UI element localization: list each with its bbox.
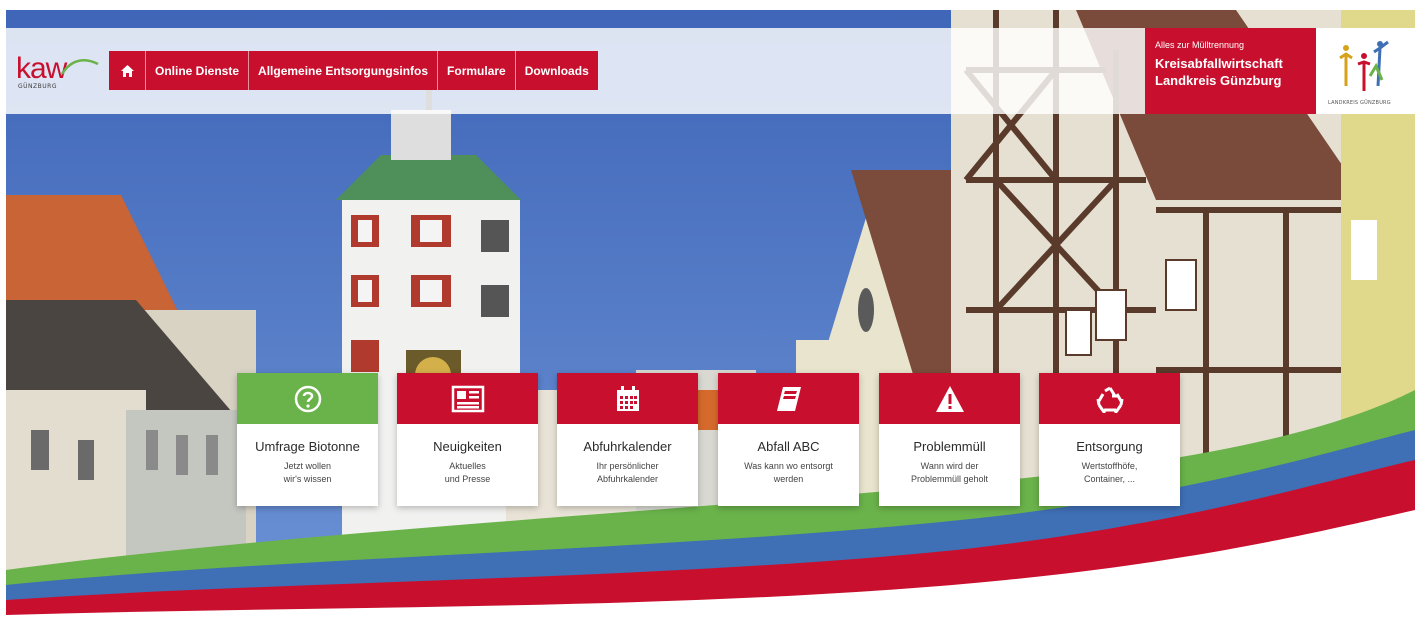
logo-swoosh-icon — [60, 59, 99, 75]
calendar-icon — [616, 385, 639, 411]
tile-desc-line-2: werden — [773, 474, 804, 484]
tile-header — [237, 373, 378, 424]
warning-icon — [935, 385, 964, 412]
nav-home[interactable] — [109, 51, 146, 90]
tile-title: Entsorgung — [1076, 439, 1143, 454]
nav-formulare[interactable]: Formulare — [438, 51, 516, 90]
tile-desc: Jetzt wollen wir's wissen — [237, 460, 378, 486]
district-figures-icon — [1339, 40, 1389, 91]
brand-box[interactable]: Alles zur Mülltrennung Kreisabfallwirtsc… — [1145, 28, 1316, 114]
nav-allgemeine-entsorgungsinfos[interactable]: Allgemeine Entsorgungsinfos — [249, 51, 439, 90]
tile-desc-line-1: Wertstoffhöfe, — [1081, 461, 1138, 471]
kaw-logo[interactable]: kaw GÜNZBURG — [16, 52, 99, 94]
book-icon — [776, 386, 801, 411]
tile-desc-line-2: und Presse — [444, 474, 491, 484]
district-logo[interactable]: LANDKREIS GÜNZBURG — [1316, 28, 1415, 114]
tile-desc: Ihr persönlicher Abfuhrkalender — [557, 460, 698, 486]
tile-desc-line-1: Jetzt wollen — [283, 461, 332, 471]
tile-problemmuell[interactable]: Problemmüll Wann wird der Problemmüll ge… — [879, 373, 1020, 506]
recycle-icon — [1096, 386, 1123, 413]
tile-abfall-abc[interactable]: Abfall ABC Was kann wo entsorgt werden — [718, 373, 859, 506]
tile-desc: Wann wird der Problemmüll geholt — [879, 460, 1020, 486]
tile-desc-line-2: wir's wissen — [283, 474, 332, 484]
tile-title: Umfrage Biotonne — [255, 439, 360, 454]
tile-header — [397, 373, 538, 424]
tile-desc-line-1: Wann wird der — [920, 461, 979, 471]
tile-desc: Was kann wo entsorgt werden — [718, 460, 859, 486]
tile-desc-line-2: Abfuhrkalender — [596, 474, 659, 484]
tile-desc: Wertstoffhöfe, Container, ... — [1039, 460, 1180, 486]
tile-header — [879, 373, 1020, 424]
tile-desc-line-1: Was kann wo entsorgt — [744, 461, 833, 471]
district-logo-caption: LANDKREIS GÜNZBURG — [1328, 100, 1391, 106]
tile-desc-line-1: Aktuelles — [449, 461, 486, 471]
tile-title: Neuigkeiten — [433, 439, 502, 454]
tile-abfuhrkalender[interactable]: Abfuhrkalender Ihr persönlicher Abfuhrka… — [557, 373, 698, 506]
page: kaw GÜNZBURG Online Dienste Allgemeine E… — [0, 0, 1415, 627]
question-circle-icon — [294, 385, 321, 412]
brand-line-2: Landkreis Günzburg — [1155, 73, 1282, 88]
brand-line-1: Kreisabfallwirtschaft — [1155, 56, 1283, 71]
tile-umfrage-biotonne[interactable]: Umfrage Biotonne Jetzt wollen wir's wiss… — [237, 373, 378, 506]
tile-title: Problemmüll — [913, 439, 986, 454]
tile-title: Abfuhrkalender — [583, 439, 672, 454]
tile-desc-line-2: Problemmüll geholt — [910, 474, 989, 484]
tile-header — [718, 373, 859, 424]
nav-downloads[interactable]: Downloads — [516, 51, 598, 90]
tile-title: Abfall ABC — [757, 439, 820, 454]
tile-header — [1039, 373, 1180, 424]
main-nav: Online Dienste Allgemeine Entsorgungsinf… — [109, 51, 598, 90]
tile-desc-line-2: Container, ... — [1083, 474, 1136, 484]
logo-subtitle: GÜNZBURG — [18, 83, 57, 90]
newspaper-icon — [451, 385, 484, 412]
tile-header — [557, 373, 698, 424]
nav-online-dienste[interactable]: Online Dienste — [146, 51, 250, 90]
brand-tagline: Alles zur Mülltrennung — [1155, 40, 1245, 50]
tile-desc: Aktuelles und Presse — [397, 460, 538, 486]
tile-entsorgung[interactable]: Entsorgung Wertstoffhöfe, Container, ... — [1039, 373, 1180, 506]
tile-desc-line-1: Ihr persönlicher — [596, 461, 659, 471]
home-icon — [120, 64, 134, 77]
tile-neuigkeiten[interactable]: Neuigkeiten Aktuelles und Presse — [397, 373, 538, 506]
logo-wordmark: kaw — [16, 52, 67, 85]
